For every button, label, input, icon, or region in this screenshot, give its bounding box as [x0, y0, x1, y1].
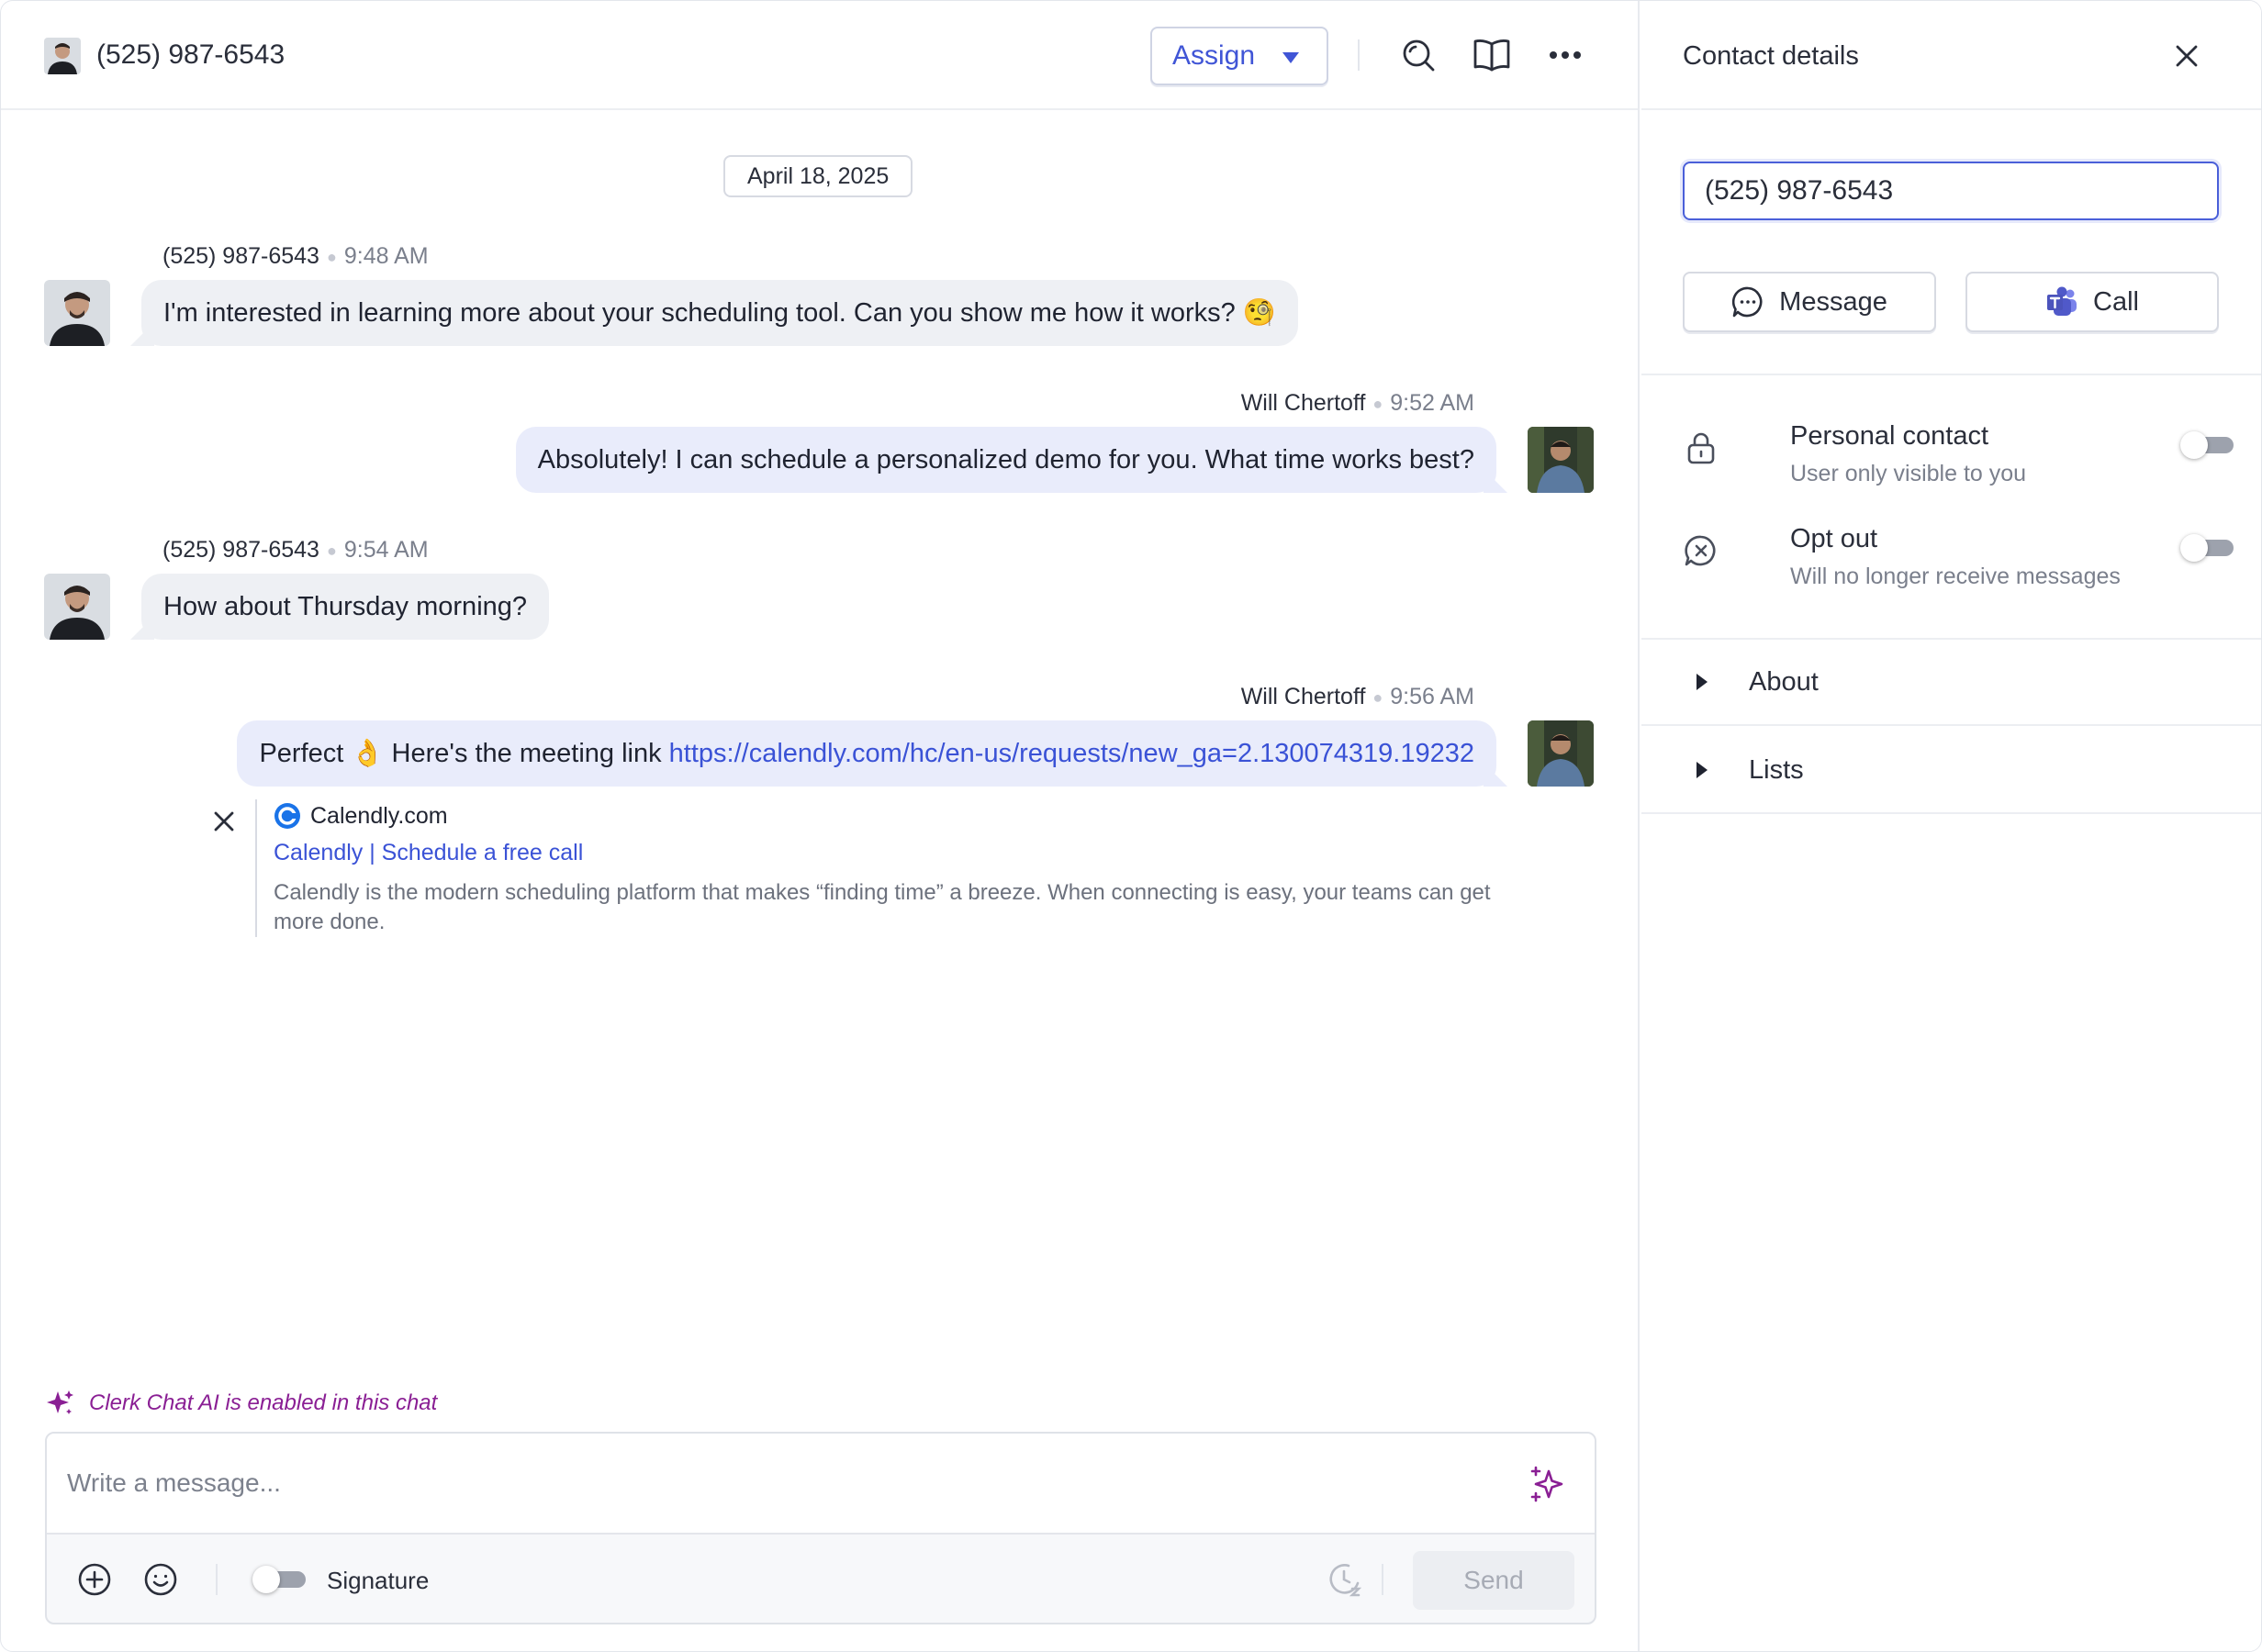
message-sender: Will Chertoff	[1240, 390, 1366, 416]
message-sender: (525) 987-6543	[162, 243, 319, 269]
opt-out-row: Opt out Will no longer receive messages	[1683, 521, 2234, 595]
message-time: 9:54 AM	[343, 537, 429, 563]
sparkle-icon	[47, 1390, 73, 1414]
caret-down-icon	[1282, 52, 1299, 63]
link-preview-card[interactable]: Calendly.com Calendly | Schedule a free …	[255, 799, 1495, 937]
toggle-knob	[252, 1566, 280, 1593]
user-avatar[interactable]	[1528, 720, 1594, 787]
ai-assist-sparkle-icon[interactable]	[1529, 1464, 1569, 1504]
book-icon[interactable]	[1471, 34, 1513, 76]
toggle-knob	[2180, 431, 2208, 459]
preview-title[interactable]: Calendly | Schedule a free call	[274, 836, 1495, 869]
send-button[interactable]: Send	[1413, 1551, 1574, 1610]
message-time: 9:48 AM	[343, 243, 429, 269]
separator-dot-icon: ●	[1372, 395, 1383, 414]
schedule-send-clock-icon[interactable]	[1325, 1559, 1365, 1600]
message-bubble-outgoing: Perfect 👌 Here's the meeting link https:…	[237, 720, 1496, 787]
signature-toggle[interactable]	[252, 1566, 306, 1593]
header-divider	[1358, 39, 1360, 71]
message-bubble-outgoing: Absolutely! I can schedule a personalize…	[515, 427, 1496, 493]
details-title: Contact details	[1683, 41, 1859, 71]
app-window: (525) 987-6543 Assign April 18, 2025 (52…	[0, 0, 2262, 1652]
accordion-lists-label: Lists	[1749, 755, 1804, 785]
assign-label: Assign	[1172, 40, 1256, 71]
message-input[interactable]	[67, 1461, 1481, 1505]
separator-dot-icon: ●	[326, 541, 337, 561]
message-bubble-incoming: How about Thursday morning?	[141, 574, 550, 640]
contact-avatar[interactable]	[44, 280, 110, 346]
chat-header: (525) 987-6543 Assign	[1, 1, 1638, 110]
preview-description: Calendly is the modern scheduling platfo…	[274, 880, 1491, 934]
personal-contact-row: Personal contact User only visible to yo…	[1683, 419, 2234, 492]
toggle-knob	[2180, 534, 2208, 562]
personal-contact-subtitle: User only visible to you	[1790, 461, 2027, 486]
message-time: 9:52 AM	[1390, 390, 1474, 416]
preview-site: Calendly.com	[274, 799, 1495, 832]
chat-blocked-icon	[1685, 535, 1716, 566]
personal-contact-toggle[interactable]	[2180, 431, 2234, 459]
message-thread: April 18, 2025 (525) 987-6543 ● 9:48 AM I'…	[1, 112, 1638, 1379]
date-divider: April 18, 2025	[723, 155, 913, 197]
call-button[interactable]: Call	[1965, 272, 2219, 332]
message-meta: (525) 987-6543 ● 9:48 AM	[162, 241, 429, 272]
message-time: 9:56 AM	[1390, 684, 1474, 709]
opt-out-subtitle: Will no longer receive messages	[1790, 564, 2121, 589]
message-meta: Will Chertoff ● 9:52 AM	[1241, 388, 1474, 419]
lock-icon	[1687, 432, 1715, 464]
message-composer: Signature Send	[45, 1432, 1596, 1624]
accordion-about[interactable]: About	[1641, 640, 2261, 726]
message-meta: (525) 987-6543 ● 9:54 AM	[162, 535, 429, 565]
caret-right-icon	[1696, 762, 1708, 778]
separator-dot-icon: ●	[326, 248, 337, 267]
calendly-logo-icon	[274, 803, 300, 829]
conversation-title: (525) 987-6543	[96, 39, 286, 70]
toolbar-divider	[1382, 1564, 1383, 1595]
message-meta: Will Chertoff ● 9:56 AM	[1241, 682, 1474, 712]
close-icon[interactable]	[2167, 36, 2207, 76]
message-text: Perfect 👌 Here's the meeting link	[259, 739, 669, 768]
details-header: Contact details	[1641, 1, 2261, 110]
remove-preview-close-icon[interactable]	[207, 805, 241, 838]
more-options-icon[interactable]	[1544, 34, 1586, 76]
emoji-icon[interactable]	[140, 1559, 181, 1600]
message-sender: (525) 987-6543	[162, 537, 319, 563]
accordion-about-label: About	[1749, 667, 1819, 697]
personal-contact-title: Personal contact	[1790, 421, 1989, 451]
accordion-lists[interactable]: Lists	[1641, 728, 2261, 814]
ai-notice-text: Clerk Chat AI is enabled in this chat	[89, 1390, 438, 1415]
opt-out-toggle[interactable]	[2180, 534, 2234, 562]
contact-avatar[interactable]	[44, 574, 110, 640]
contact-phone-input[interactable]	[1683, 162, 2219, 220]
teams-icon	[2047, 286, 2077, 316]
separator-dot-icon: ●	[1372, 688, 1383, 708]
opt-out-title: Opt out	[1790, 524, 1878, 553]
message-bubble-incoming: I'm interested in learning more about yo…	[141, 280, 1298, 346]
message-sender: Will Chertoff	[1240, 684, 1366, 709]
user-avatar[interactable]	[1528, 427, 1594, 493]
section-divider	[1641, 374, 2261, 375]
call-button-label: Call	[2093, 286, 2139, 317]
contact-avatar[interactable]	[44, 38, 81, 74]
meeting-link[interactable]: https://calendly.com/hc/en-us/requests/n…	[669, 739, 1474, 768]
message-button[interactable]: Message	[1683, 272, 1936, 332]
composer-toolbar: Signature Send	[47, 1536, 1595, 1623]
ai-enabled-notice: Clerk Chat AI is enabled in this chat	[45, 1387, 437, 1420]
assign-dropdown[interactable]: Assign	[1150, 27, 1328, 85]
contact-details-panel: Contact details Message	[1641, 1, 2261, 1651]
composer-input-area	[47, 1434, 1595, 1535]
signature-label: Signature	[327, 1567, 430, 1594]
toolbar-divider	[216, 1564, 218, 1595]
chat-bubble-icon	[1732, 286, 1763, 318]
preview-site-name: Calendly.com	[310, 802, 448, 829]
chat-panel: (525) 987-6543 Assign April 18, 2025 (52…	[1, 1, 1640, 1651]
add-attachment-icon[interactable]	[74, 1559, 115, 1600]
message-button-label: Message	[1779, 286, 1887, 317]
search-icon[interactable]	[1397, 34, 1439, 76]
caret-right-icon	[1696, 674, 1708, 690]
